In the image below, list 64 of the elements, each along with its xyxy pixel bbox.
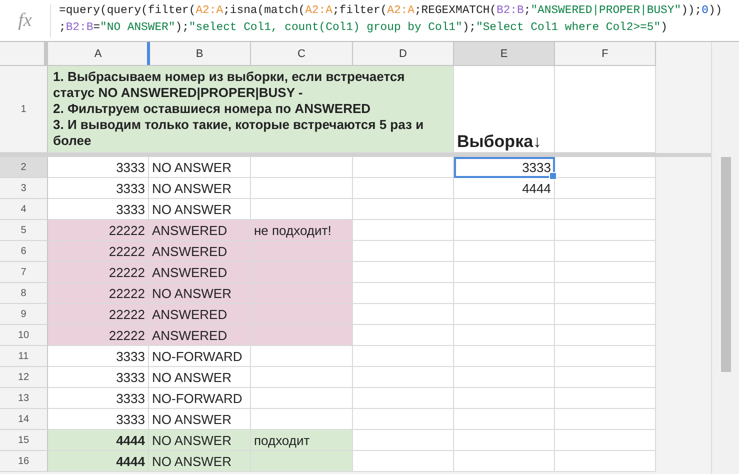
column-header[interactable]: C — [251, 42, 353, 66]
table-cell: 3333 — [48, 157, 149, 178]
table-cell: 22222 — [48, 241, 149, 262]
table-cell: ANSWERED — [149, 220, 251, 241]
table-cell: 3333 — [48, 388, 149, 409]
table-cell: 3333 — [48, 367, 149, 388]
scrollbar-track[interactable] — [711, 42, 739, 474]
row-header[interactable]: 10 — [0, 325, 48, 346]
table-cell: подходит — [251, 430, 353, 451]
table-cell: NO ANSWER — [149, 409, 251, 430]
table-cell: ANSWERED — [149, 304, 251, 325]
row-header[interactable]: 11 — [0, 346, 48, 367]
table-cell: 22222 — [48, 220, 149, 241]
column-header[interactable]: E — [454, 42, 555, 66]
row-header[interactable]: 2 — [0, 157, 48, 178]
function-icon: fx — [18, 10, 32, 32]
table-cell: ANSWERED — [149, 325, 251, 346]
table-cell: NO ANSWER — [149, 451, 251, 472]
table-cell: 3333 — [48, 346, 149, 367]
row-header[interactable]: 8 — [0, 283, 48, 304]
table-cell: 3333 — [454, 157, 555, 178]
row-header[interactable]: 12 — [0, 367, 48, 388]
column-header[interactable]: B — [149, 42, 251, 66]
fill-handle[interactable] — [549, 172, 557, 180]
table-cell: 22222 — [48, 325, 149, 346]
corner-header[interactable] — [0, 42, 48, 66]
table-cell: NO ANSWER — [149, 283, 251, 304]
row-header[interactable]: 6 — [0, 241, 48, 262]
row-header[interactable]: 4 — [0, 199, 48, 220]
table-cell: NO ANSWER — [149, 199, 251, 220]
table-cell: NO ANSWER — [149, 178, 251, 199]
row-header[interactable]: 7 — [0, 262, 48, 283]
instruction-text: 1. Выбрасываем номер из выборки, если встречается статус NO ANSWERED|PROPER|BUSY - 2. Фильтруем оставшиеся номера по ANSWERED 3. И выводим только такие, которые встречаются 5 раз и более — [52, 68, 425, 150]
row-header[interactable]: 15 — [0, 430, 48, 451]
formula-text[interactable]: =query(query(filter(A2:A;isna(match(A2:A;filter(A2:A;REGEXMATCH(B2:B;"ANSWERED|PROPER|BUSY"));0)) ;B2:B="NO ANSWER");"select Col1, count(Col1) group by Col1");"Select Col1 where Col2>=5") — [51, 0, 739, 41]
table-cell: NO-FORWARD — [149, 388, 251, 409]
table-cell: NO-FORWARD — [149, 346, 251, 367]
table-cell: ANSWERED — [149, 262, 251, 283]
row-header[interactable]: 14 — [0, 409, 48, 430]
table-cell: не подходит! — [251, 220, 353, 241]
table-cell: 3333 — [48, 178, 149, 199]
table-cell: 4444 — [454, 178, 555, 199]
table-cell: 3333 — [48, 199, 149, 220]
row-header[interactable]: 9 — [0, 304, 48, 325]
row-header[interactable]: 3 — [0, 178, 48, 199]
table-cell: 22222 — [48, 262, 149, 283]
row-header[interactable]: 13 — [0, 388, 48, 409]
row-header[interactable]: 1 — [0, 66, 48, 153]
column-header[interactable]: D — [353, 42, 454, 66]
table-cell: NO ANSWER — [149, 430, 251, 451]
column-header[interactable]: F — [555, 42, 656, 66]
table-cell: 4444 — [48, 430, 149, 451]
column-resize-handle[interactable] — [147, 42, 150, 65]
table-cell: Выборка↓ — [454, 66, 555, 153]
table-cell: 22222 — [48, 283, 149, 304]
scrollbar-thumb[interactable] — [720, 157, 731, 372]
table-cell: 3333 — [48, 409, 149, 430]
row-header[interactable]: 5 — [0, 220, 48, 241]
table-cell: 4444 — [48, 451, 149, 472]
table-cell: NO ANSWER — [149, 157, 251, 178]
row-header[interactable]: 16 — [0, 451, 48, 472]
table-cell: 22222 — [48, 304, 149, 325]
table-cell: ANSWERED — [149, 241, 251, 262]
table-cell: NO ANSWER — [149, 367, 251, 388]
